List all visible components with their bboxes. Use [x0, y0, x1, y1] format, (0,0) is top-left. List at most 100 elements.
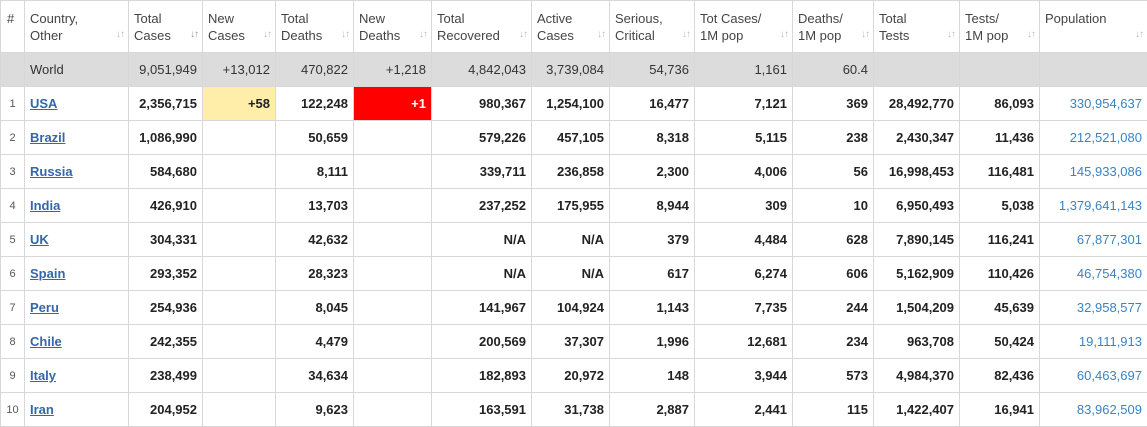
- sort-arrows-icon[interactable]: ↓↑: [341, 26, 349, 43]
- deaths-per-m-cell: 244: [793, 291, 874, 325]
- country-cell: Russia: [25, 155, 129, 189]
- column-header-new-cases[interactable]: NewCases↓↑: [203, 1, 276, 53]
- sort-arrows-icon[interactable]: ↓↑: [190, 26, 198, 43]
- new-cases-cell: +58: [203, 87, 276, 121]
- sort-arrows-icon[interactable]: ↓↑: [263, 26, 271, 43]
- total-deaths-cell: 9,623: [276, 393, 354, 427]
- world-label: World: [25, 53, 129, 87]
- row-number-cell: 6: [1, 257, 25, 291]
- cases-per-m-cell: 4,484: [695, 223, 793, 257]
- column-header-new-deaths[interactable]: NewDeaths↓↑: [354, 1, 432, 53]
- cases-per-m-cell: 5,115: [695, 121, 793, 155]
- column-header-label: Cases: [134, 27, 186, 44]
- sort-arrows-icon[interactable]: ↓↑: [519, 26, 527, 43]
- column-header-cases-per-m[interactable]: Tot Cases/1M pop↓↑: [695, 1, 793, 53]
- row-number-cell: 7: [1, 291, 25, 325]
- column-header-total-deaths[interactable]: TotalDeaths↓↑: [276, 1, 354, 53]
- cases-per-m-cell: 12,681: [695, 325, 793, 359]
- sort-arrows-icon[interactable]: ↓↑: [597, 26, 605, 43]
- column-header-country[interactable]: Country,Other↓↑: [25, 1, 129, 53]
- new-deaths-cell: [354, 189, 432, 223]
- cases-per-m-cell: 6,274: [695, 257, 793, 291]
- total-deaths-cell: 122,248: [276, 87, 354, 121]
- column-header-active-cases[interactable]: ActiveCases↓↑: [532, 1, 610, 53]
- serious-cell: 1,996: [610, 325, 695, 359]
- total-tests-cell: 28,492,770: [874, 87, 960, 121]
- sort-arrows-icon[interactable]: ↓↑: [1027, 26, 1035, 43]
- country-link[interactable]: Chile: [30, 334, 62, 349]
- country-link[interactable]: Spain: [30, 266, 65, 281]
- country-cell: USA: [25, 87, 129, 121]
- column-header-label: Total: [879, 10, 943, 27]
- row-number-cell: 9: [1, 359, 25, 393]
- population-cell: 32,958,577: [1040, 291, 1147, 325]
- world-active-cases-cell: 3,739,084: [532, 53, 610, 87]
- column-header-total-cases[interactable]: TotalCases↓↑: [129, 1, 203, 53]
- sort-arrows-icon[interactable]: ↓↑: [947, 26, 955, 43]
- total-recovered-cell: 980,367: [432, 87, 532, 121]
- column-header-deaths-per-m[interactable]: Deaths/1M pop↓↑: [793, 1, 874, 53]
- country-cell: Spain: [25, 257, 129, 291]
- column-header-label: Deaths: [359, 27, 415, 44]
- total-deaths-cell: 8,111: [276, 155, 354, 189]
- deaths-per-m-cell: 238: [793, 121, 874, 155]
- total-tests-cell: 7,890,145: [874, 223, 960, 257]
- active-cases-cell: 457,105: [532, 121, 610, 155]
- country-link[interactable]: Italy: [30, 368, 56, 383]
- deaths-per-m-cell: 606: [793, 257, 874, 291]
- total-deaths-cell: 50,659: [276, 121, 354, 155]
- world-total-row: World9,051,949+13,012470,822+1,2184,842,…: [1, 53, 1147, 87]
- total-cases-cell: 242,355: [129, 325, 203, 359]
- column-header-tests-per-m[interactable]: Tests/1M pop↓↑: [960, 1, 1040, 53]
- new-cases-cell: [203, 291, 276, 325]
- column-header-label: Cases: [537, 27, 593, 44]
- deaths-per-m-cell: 234: [793, 325, 874, 359]
- country-link[interactable]: Peru: [30, 300, 59, 315]
- cases-per-m-cell: 7,735: [695, 291, 793, 325]
- header-row: # Country,Other↓↑TotalCases↓↑NewCases↓↑T…: [1, 1, 1147, 53]
- sort-arrows-icon[interactable]: ↓↑: [682, 26, 690, 43]
- sort-arrows-icon[interactable]: ↓↑: [861, 26, 869, 43]
- sort-arrows-icon[interactable]: ↓↑: [116, 26, 124, 43]
- country-link[interactable]: Brazil: [30, 130, 65, 145]
- population-cell: 60,463,697: [1040, 359, 1147, 393]
- table-body: World9,051,949+13,012470,822+1,2184,842,…: [1, 53, 1147, 427]
- serious-cell: 148: [610, 359, 695, 393]
- country-cell: UK: [25, 223, 129, 257]
- table-row: 2Brazil1,086,99050,659579,226457,1058,31…: [1, 121, 1147, 155]
- deaths-per-m-cell: 115: [793, 393, 874, 427]
- column-header-total-tests[interactable]: TotalTests↓↑: [874, 1, 960, 53]
- serious-cell: 2,300: [610, 155, 695, 189]
- column-header-population[interactable]: Population ↓↑: [1040, 1, 1147, 53]
- sort-arrows-icon[interactable]: ↓↑: [419, 26, 427, 43]
- column-header-serious[interactable]: Serious,Critical↓↑: [610, 1, 695, 53]
- column-header-label: [7, 27, 24, 44]
- serious-cell: 1,143: [610, 291, 695, 325]
- tests-per-m-cell: 5,038: [960, 189, 1040, 223]
- cases-per-m-cell: 309: [695, 189, 793, 223]
- column-header-label: Total: [437, 10, 515, 27]
- world-deaths-per-m-cell: 60.4: [793, 53, 874, 87]
- population-cell: 67,877,301: [1040, 223, 1147, 257]
- table-row: 6Spain293,35228,323N/AN/A6176,2746065,16…: [1, 257, 1147, 291]
- covid-stats-table: # Country,Other↓↑TotalCases↓↑NewCases↓↑T…: [0, 0, 1147, 427]
- total-deaths-cell: 34,634: [276, 359, 354, 393]
- country-link[interactable]: India: [30, 198, 60, 213]
- total-deaths-cell: 4,479: [276, 325, 354, 359]
- country-link[interactable]: UK: [30, 232, 49, 247]
- column-header-label: Cases: [208, 27, 259, 44]
- sort-arrows-icon[interactable]: ↓↑: [1135, 26, 1143, 43]
- table-row: 5UK304,33142,632N/AN/A3794,4846287,890,1…: [1, 223, 1147, 257]
- country-link[interactable]: Russia: [30, 164, 73, 179]
- active-cases-cell: 31,738: [532, 393, 610, 427]
- column-header-label: Total: [281, 10, 337, 27]
- column-header-label: Total: [134, 10, 186, 27]
- new-cases-cell: [203, 325, 276, 359]
- column-header-num[interactable]: #: [1, 1, 25, 53]
- country-link[interactable]: USA: [30, 96, 57, 111]
- column-header-label: New: [359, 10, 415, 27]
- column-header-label: 1M pop: [798, 27, 857, 44]
- sort-arrows-icon[interactable]: ↓↑: [780, 26, 788, 43]
- column-header-total-recovered[interactable]: TotalRecovered↓↑: [432, 1, 532, 53]
- country-link[interactable]: Iran: [30, 402, 54, 417]
